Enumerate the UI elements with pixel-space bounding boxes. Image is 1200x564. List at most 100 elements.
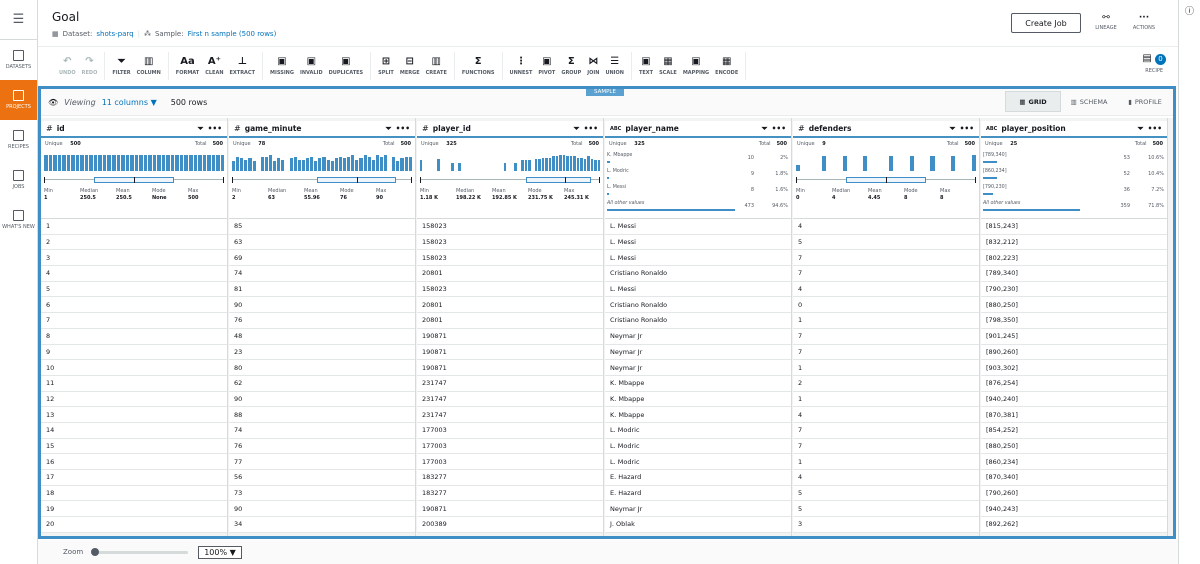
table-cell[interactable]: 4 [41,266,227,282]
table-cell[interactable]: L. Modric [605,439,791,455]
table-cell[interactable]: 9 [41,345,227,361]
filter-icon[interactable]: ⏷ [198,124,204,134]
table-cell[interactable]: 11 [41,376,227,392]
more-options-icon[interactable]: ••• [584,124,598,133]
table-cell[interactable]: L. Messi [605,235,791,251]
table-cell[interactable]: J. Oblak [605,517,791,533]
table-cell[interactable]: E. Hazard [605,486,791,502]
table-cell[interactable]: 63 [229,235,415,251]
undo-button[interactable]: ↶ UNDO [56,56,79,76]
table-cell[interactable]: [901,245] [981,329,1167,345]
sidebar-item-whatsnew[interactable]: WHAT'S NEW [0,200,37,240]
sample-link[interactable]: First n sample (500 rows) [188,30,277,38]
create-button[interactable]: ▥ CREATE [423,56,450,76]
table-cell[interactable]: 190871 [417,345,603,361]
table-cell[interactable]: 0 [793,297,979,314]
more-options-icon[interactable]: ••• [960,124,974,133]
table-cell[interactable]: [870,381] [981,407,1167,423]
table-cell[interactable]: 62 [229,376,415,392]
table-cell[interactable]: E. Hazard [605,470,791,486]
zoom-slider-handle[interactable] [91,547,100,556]
table-cell[interactable]: 1 [793,392,979,408]
table-cell[interactable]: 158023 [417,282,603,298]
table-cell[interactable]: 158023 [417,235,603,251]
table-cell[interactable]: 1 [41,219,227,235]
filter-icon[interactable]: ⏷ [950,124,956,134]
text-button[interactable]: ▣ TEXT [636,56,656,76]
table-cell[interactable]: 80 [229,360,415,376]
table-cell[interactable]: [802,223] [981,250,1167,267]
actions-button[interactable]: ··· ACTIONS [1125,13,1163,31]
table-cell[interactable]: Cristiano Ronaldo [605,266,791,282]
column-header[interactable]: ABC player_name ⏷ ••• [605,121,791,138]
table-cell[interactable]: 200389 [417,517,603,533]
table-cell[interactable]: 90 [229,501,415,518]
merge-button[interactable]: ⊟ MERGE [397,56,423,76]
table-cell[interactable]: 1 [793,454,979,470]
table-cell[interactable]: 3 [41,250,227,267]
table-cell[interactable]: 85 [229,219,415,235]
columns-dropdown[interactable]: 11 columns ▼ [102,98,157,107]
table-cell[interactable]: 5 [41,282,227,298]
table-cell[interactable]: K. Mbappe [605,407,791,423]
table-cell[interactable]: 69 [229,250,415,267]
table-cell[interactable]: 77 [229,454,415,470]
extract-button[interactable]: ⊥ EXTRACT [227,56,258,76]
pivot-button[interactable]: ▣ PIVOT [535,56,558,76]
table-cell[interactable]: [903,302] [981,360,1167,376]
clean-button[interactable]: A⁺ CLEAN [202,56,226,76]
table-cell[interactable]: 1 [793,313,979,329]
column-header[interactable]: # defenders ⏷ ••• [793,121,979,138]
sidebar-item-jobs[interactable]: JOBS [0,160,37,200]
scale-button[interactable]: ▦ SCALE [656,56,680,76]
zoom-select[interactable]: 100% ▼ [198,545,242,559]
recipe-button[interactable]: ▤ 0 RECIPE [1142,53,1166,74]
table-cell[interactable]: 231747 [417,407,603,423]
column-header[interactable]: # id ⏷ ••• [41,121,227,138]
table-cell[interactable]: 34 [229,517,415,533]
table-cell[interactable]: 16 [41,454,227,470]
table-cell[interactable]: 190871 [417,360,603,376]
table-cell[interactable]: [880,250] [981,297,1167,314]
table-cell[interactable]: 73 [229,486,415,502]
table-cell[interactable]: 7 [793,423,979,439]
table-cell[interactable]: 12 [41,392,227,408]
table-cell[interactable]: 13 [41,407,227,423]
table-cell[interactable]: L. Modric [605,423,791,439]
table-cell[interactable]: 3 [793,517,979,533]
table-cell[interactable]: K. Mbappe [605,376,791,392]
unnest-button[interactable]: ⋮ UNNEST [507,56,536,76]
filter-icon[interactable]: ⏷ [762,124,768,134]
table-cell[interactable]: Neymar Jr [605,345,791,361]
table-cell[interactable]: 20801 [417,297,603,314]
table-cell[interactable]: 2 [793,376,979,392]
table-cell[interactable]: [790,260] [981,486,1167,502]
table-cell[interactable]: 74 [229,266,415,282]
table-cell[interactable]: 7 [793,250,979,267]
table-cell[interactable]: 20801 [417,266,603,282]
column-header[interactable]: ABC player_position ⏷ ••• [981,121,1167,138]
table-cell[interactable]: Neymar Jr [605,329,791,345]
table-cell[interactable]: 19 [41,501,227,518]
table-cell[interactable]: 18 [41,486,227,502]
table-cell[interactable]: L. Modric [605,454,791,470]
table-cell[interactable]: [815,243] [981,219,1167,235]
column-button[interactable]: ▥ COLUMN [134,56,164,76]
table-cell[interactable]: [876,254] [981,376,1167,392]
table-cell[interactable]: 5 [793,486,979,502]
table-cell[interactable]: 7 [793,329,979,345]
table-cell[interactable]: [890,260] [981,345,1167,361]
column-header[interactable]: # player_id ⏷ ••• [417,121,603,138]
group-button[interactable]: Σ GROUP [558,56,584,76]
filter-icon[interactable]: ⏷ [1138,124,1144,134]
sidebar-item-projects[interactable]: PROJECTS [0,80,37,120]
missing-button[interactable]: ▣ MISSING [267,56,297,76]
table-cell[interactable]: L. Messi [605,219,791,235]
more-options-icon[interactable]: ••• [772,124,786,133]
format-button[interactable]: Aa FORMAT [173,56,202,76]
table-cell[interactable]: 20801 [417,313,603,329]
table-cell[interactable]: 23 [229,345,415,361]
table-cell[interactable]: 177003 [417,439,603,455]
column-header[interactable]: # game_minute ⏷ ••• [229,121,415,138]
table-cell[interactable]: L. Messi [605,282,791,298]
